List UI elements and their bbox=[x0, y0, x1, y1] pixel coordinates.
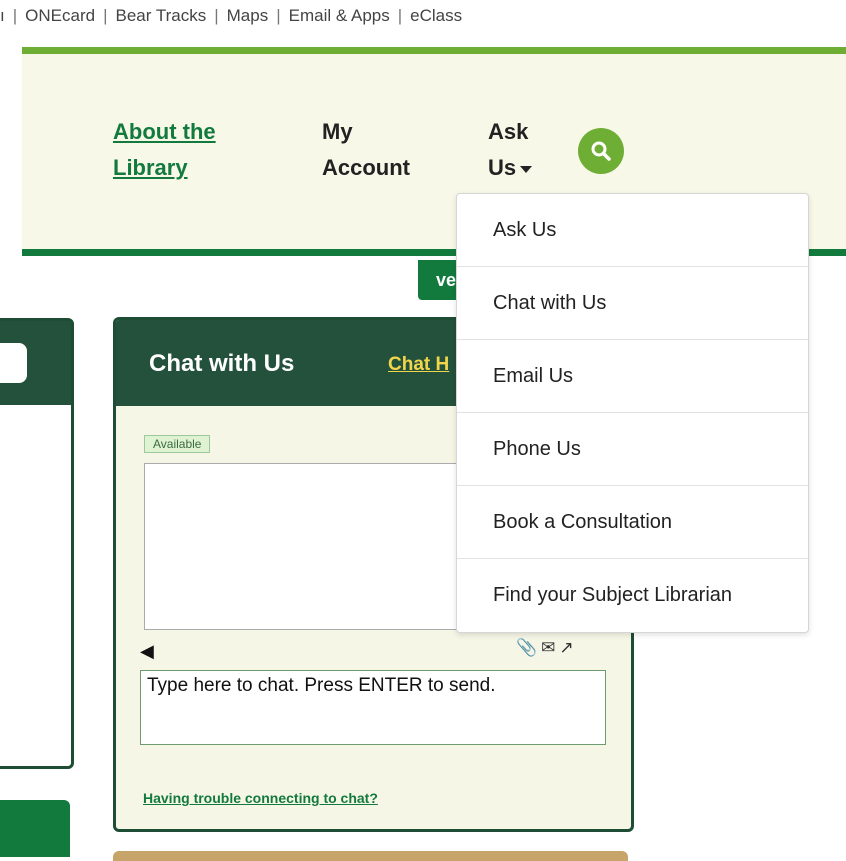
chat-tools: 📎✉↗ bbox=[516, 638, 578, 658]
menu-item-chat-with-us[interactable]: Chat with Us bbox=[457, 267, 808, 340]
search-button[interactable] bbox=[578, 128, 624, 174]
nav-about-line1: About the bbox=[113, 119, 216, 144]
utility-link-bear-tracks[interactable]: Bear Tracks bbox=[116, 6, 207, 25]
left-panel bbox=[0, 318, 74, 769]
header-top-rule bbox=[22, 47, 846, 54]
chat-title: Chat with Us bbox=[149, 350, 295, 377]
ask-us-dropdown: Ask Us Chat with Us Email Us Phone Us Bo… bbox=[456, 193, 809, 633]
trouble-connecting-link[interactable]: Having trouble connecting to chat? bbox=[143, 790, 378, 806]
speaker-icon[interactable]: ◀ bbox=[140, 641, 154, 662]
popout-icon[interactable]: ↗ bbox=[559, 638, 577, 657]
nav-account-line2: Account bbox=[322, 155, 410, 180]
nav-my-account[interactable]: My Account bbox=[322, 114, 410, 186]
utility-leading-fragment: ı bbox=[0, 6, 5, 25]
menu-item-find-subject-librarian[interactable]: Find your Subject Librarian bbox=[457, 559, 808, 632]
caret-down-icon bbox=[520, 165, 533, 173]
nav-ask-line1: Ask bbox=[488, 119, 529, 144]
utility-link-onecard[interactable]: ONEcard bbox=[25, 6, 95, 25]
envelope-icon[interactable]: ✉ bbox=[541, 638, 559, 657]
menu-item-book-consultation[interactable]: Book a Consultation bbox=[457, 486, 808, 559]
utility-link-eclass[interactable]: eClass bbox=[410, 6, 462, 25]
section-tab-label: ve bbox=[436, 270, 457, 290]
nav-about-library[interactable]: About the Library bbox=[113, 114, 216, 186]
menu-item-ask-us[interactable]: Ask Us bbox=[457, 194, 808, 267]
menu-item-phone-us[interactable]: Phone Us bbox=[457, 413, 808, 486]
status-badge: Available bbox=[144, 435, 211, 453]
paperclip-icon[interactable]: 📎 bbox=[516, 638, 541, 657]
left-panel-input[interactable] bbox=[0, 343, 27, 383]
utility-link-maps[interactable]: Maps bbox=[227, 6, 269, 25]
chat-input[interactable] bbox=[140, 670, 606, 745]
nav-ask-us-toggle[interactable]: Ask Us bbox=[488, 114, 533, 186]
left-panel-header bbox=[0, 321, 71, 405]
menu-item-email-us[interactable]: Email Us bbox=[457, 340, 808, 413]
chat-help-link[interactable]: Chat H bbox=[388, 354, 449, 376]
nav-about-line2: Library bbox=[113, 155, 188, 180]
utility-link-email-apps[interactable]: Email & Apps bbox=[289, 6, 390, 25]
left-green-block bbox=[0, 800, 70, 857]
next-panel-edge bbox=[113, 851, 628, 861]
search-icon bbox=[591, 141, 611, 161]
nav-account-line1: My bbox=[322, 119, 353, 144]
nav-ask-line2: Us bbox=[488, 155, 517, 180]
utility-links: ı | ONEcard | Bear Tracks | Maps | Email & Apps |… bbox=[0, 6, 463, 25]
utility-nav: ı | ONEcard | Bear Tracks | Maps | Email & Apps |… bbox=[0, 0, 846, 44]
